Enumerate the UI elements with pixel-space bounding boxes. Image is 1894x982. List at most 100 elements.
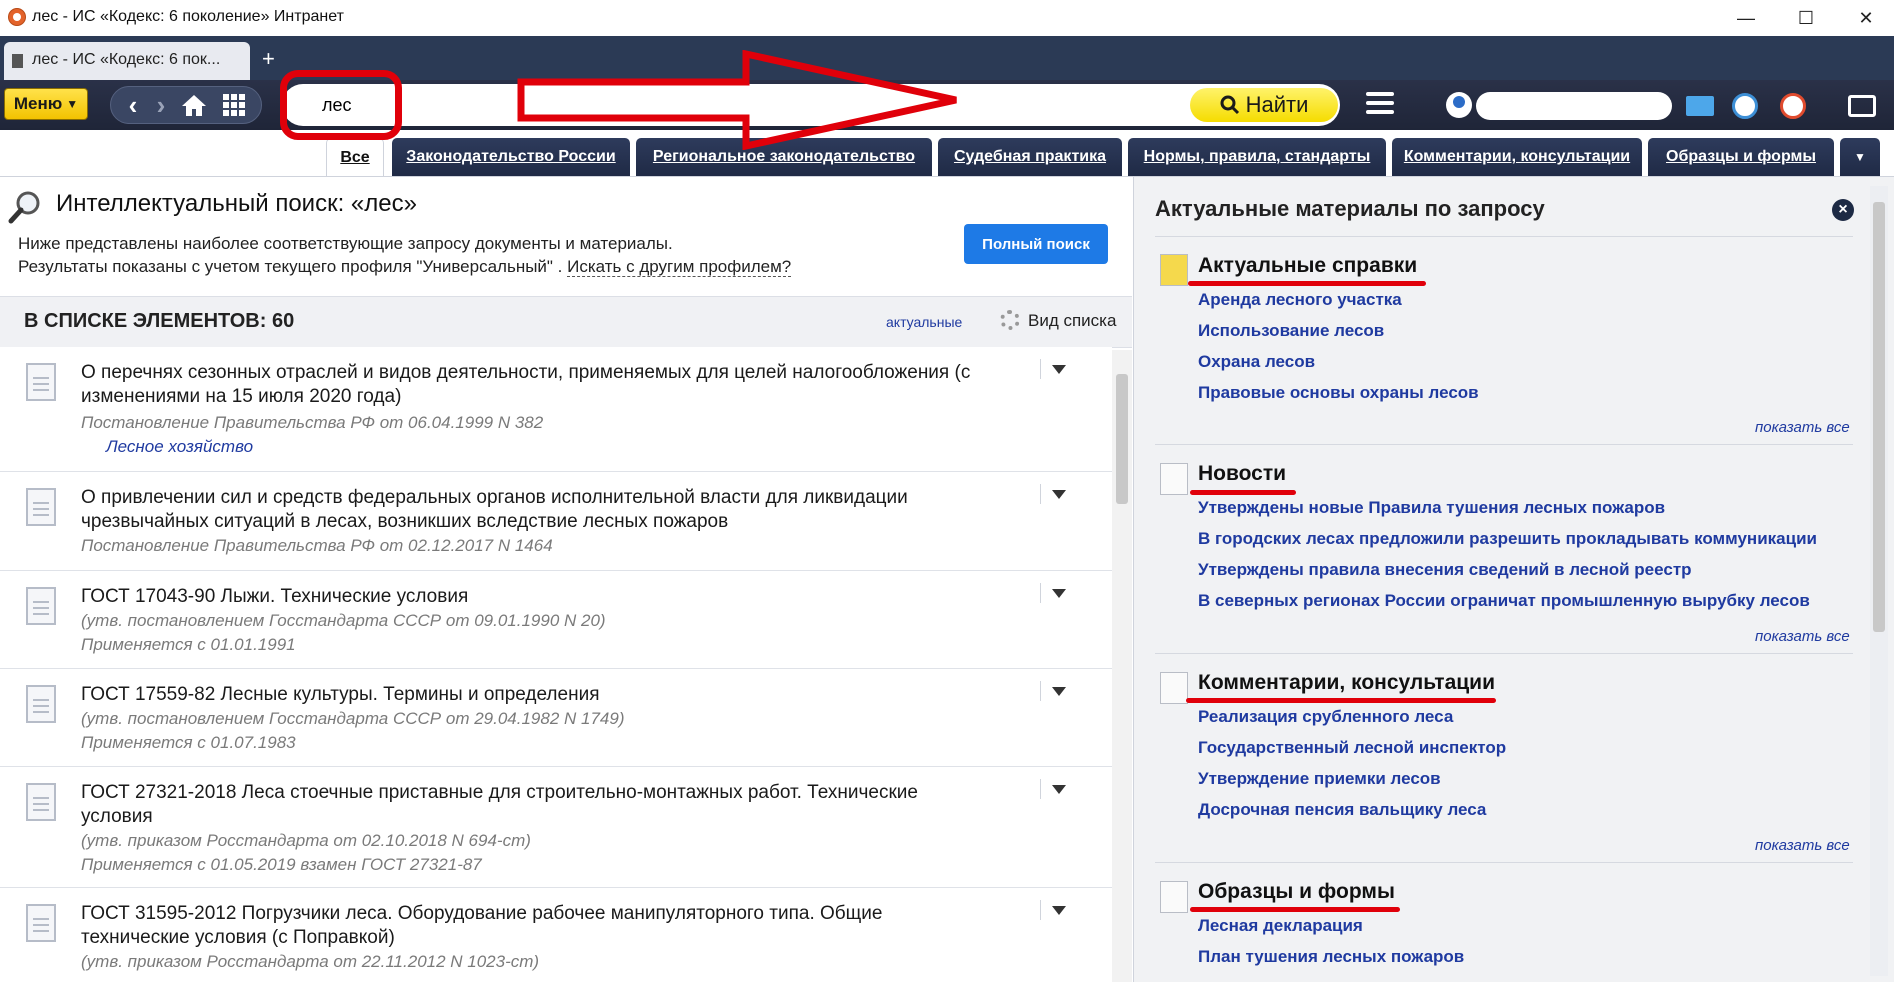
divider bbox=[1155, 236, 1853, 237]
document-effective-date: Применяется с 01.01.1991 bbox=[81, 635, 296, 654]
window-titlebar: лес - ИС «Кодекс: 6 поколение» Интранет … bbox=[0, 0, 1894, 36]
close-icon[interactable]: × bbox=[1832, 199, 1854, 221]
section-link[interactable]: Охрана лесов bbox=[1198, 352, 1315, 372]
annotation-underline bbox=[1186, 698, 1496, 703]
user-icon[interactable] bbox=[1446, 92, 1472, 118]
list-item[interactable]: ГОСТ 17043-90 Лыжи. Технические условия … bbox=[0, 571, 1112, 669]
full-search-button[interactable]: Полный поиск bbox=[964, 224, 1108, 264]
profile-text: Результаты показаны с учетом текущего пр… bbox=[18, 257, 568, 276]
form-icon bbox=[1160, 881, 1188, 913]
annotation-underline bbox=[1188, 281, 1426, 286]
annotation-arrow bbox=[517, 50, 957, 150]
clock-icon[interactable] bbox=[1732, 93, 1758, 119]
chevron-down-icon[interactable] bbox=[1052, 906, 1066, 915]
document-tag-link[interactable]: Лесное хозяйство bbox=[106, 437, 253, 457]
section-link[interactable]: Лесная декларация bbox=[1198, 916, 1363, 936]
divider bbox=[1155, 653, 1853, 654]
actual-filter-link[interactable]: актуальные bbox=[886, 314, 962, 330]
section-link[interactable]: В северных регионах России ограничат про… bbox=[1198, 591, 1810, 611]
maximize-button[interactable]: ☐ bbox=[1780, 0, 1832, 36]
chevron-down-icon[interactable] bbox=[1052, 785, 1066, 794]
back-arrow-icon[interactable]: ‹ bbox=[121, 87, 145, 123]
gear-icon[interactable] bbox=[1000, 310, 1020, 330]
section-link[interactable]: В городских лесах предложили разрешить п… bbox=[1198, 529, 1817, 549]
close-window-button[interactable]: ✕ bbox=[1840, 0, 1892, 36]
annotation-underline bbox=[1190, 490, 1296, 495]
section-title: Актуальные справки bbox=[1198, 254, 1418, 277]
chevron-down-icon[interactable] bbox=[1052, 365, 1066, 374]
document-meta: (утв. приказом Росстандарта от 02.10.201… bbox=[81, 831, 531, 850]
document-icon bbox=[26, 363, 56, 401]
list-item[interactable]: О привлечении сил и средств федеральных … bbox=[0, 472, 1112, 571]
find-button[interactable]: Найти bbox=[1190, 88, 1338, 122]
show-all-link[interactable]: показать все bbox=[1755, 837, 1850, 854]
section-link[interactable]: Использование лесов bbox=[1198, 321, 1384, 341]
document-title[interactable]: ГОСТ 17559-82 Лесные культуры. Термины и… bbox=[81, 683, 981, 707]
chevron-down-icon: ▼ bbox=[66, 97, 79, 111]
stopwatch-icon[interactable] bbox=[1780, 93, 1806, 119]
tab-norms-standards[interactable]: Нормы, правила, стандарты bbox=[1128, 138, 1386, 176]
section-link[interactable]: Аренда лесного участка bbox=[1198, 290, 1402, 310]
search-icon bbox=[1220, 95, 1239, 115]
view-list-button[interactable]: Вид списка bbox=[1028, 311, 1116, 331]
list-item[interactable]: ГОСТ 31595-2012 Погрузчики леса. Оборудо… bbox=[0, 888, 1112, 982]
document-title[interactable]: О перечнях сезонных отраслей и видов дея… bbox=[81, 361, 981, 409]
browser-tab[interactable]: лес - ИС «Кодекс: 6 пок... bbox=[4, 42, 250, 80]
hamburger-menu-icon[interactable] bbox=[1366, 92, 1396, 116]
window-title: лес - ИС «Кодекс: 6 поколение» Интранет bbox=[32, 8, 344, 25]
divider bbox=[1040, 779, 1041, 799]
tab-all[interactable]: Все bbox=[326, 138, 384, 176]
document-title[interactable]: О привлечении сил и средств федеральных … bbox=[81, 486, 981, 534]
user-name-field[interactable] bbox=[1476, 92, 1672, 120]
results-scrollbar[interactable] bbox=[1112, 350, 1132, 982]
divider bbox=[1155, 444, 1853, 445]
chevron-down-icon[interactable] bbox=[1052, 687, 1066, 696]
folder-icon[interactable] bbox=[1686, 96, 1714, 116]
scrollbar-thumb[interactable] bbox=[1116, 374, 1128, 504]
browser-tab-label: лес - ИС «Кодекс: 6 пок... bbox=[32, 51, 221, 68]
document-meta: (утв. постановлением Госстандарта СССР о… bbox=[81, 709, 625, 728]
document-effective-date: Применяется с 01.05.2019 взамен ГОСТ 273… bbox=[81, 855, 482, 874]
chevron-down-icon[interactable] bbox=[1052, 490, 1066, 499]
document-title[interactable]: ГОСТ 27321-2018 Леса стоечные приставные… bbox=[81, 781, 981, 829]
document-title[interactable]: ГОСТ 31595-2012 Погрузчики леса. Оборудо… bbox=[81, 902, 981, 950]
tab-comments-consultations[interactable]: Комментарии, консультации bbox=[1392, 138, 1642, 176]
show-all-link[interactable]: показать все bbox=[1755, 419, 1850, 436]
document-meta: Постановление Правительства РФ от 02.12.… bbox=[81, 536, 553, 555]
menu-button[interactable]: Меню ▼ bbox=[4, 88, 88, 120]
other-profile-link[interactable]: Искать с другим профилем? bbox=[567, 257, 792, 277]
section-link[interactable]: Правовые основы охраны лесов bbox=[1198, 383, 1479, 403]
scrollbar-thumb[interactable] bbox=[1873, 202, 1885, 632]
divider bbox=[1040, 681, 1041, 701]
new-tab-button[interactable]: + bbox=[262, 46, 275, 72]
more-tabs-chevron-icon[interactable]: ▼ bbox=[1840, 138, 1880, 176]
minimize-button[interactable]: — bbox=[1720, 0, 1772, 36]
show-all-link[interactable]: показать все bbox=[1755, 628, 1850, 645]
section-link[interactable]: Государственный лесной инспектор bbox=[1198, 738, 1506, 758]
section-link[interactable]: Реализация срубленного леса bbox=[1198, 707, 1453, 727]
home-icon[interactable] bbox=[179, 87, 209, 123]
magnifier-icon bbox=[8, 190, 42, 224]
materials-title: Актуальные материалы по запросу bbox=[1155, 196, 1545, 221]
tab-samples-forms[interactable]: Образцы и формы bbox=[1648, 138, 1834, 176]
section-link[interactable]: Утверждение приемки лесов bbox=[1198, 769, 1441, 789]
list-item[interactable]: ГОСТ 27321-2018 Леса стоечные приставные… bbox=[0, 767, 1112, 888]
chevron-down-icon[interactable] bbox=[1052, 589, 1066, 598]
section-title: Комментарии, консультации bbox=[1198, 671, 1496, 694]
divider bbox=[1155, 862, 1853, 863]
divider bbox=[1040, 484, 1041, 504]
materials-scrollbar[interactable] bbox=[1870, 186, 1888, 976]
message-icon[interactable] bbox=[1848, 95, 1876, 117]
list-item[interactable]: О перечнях сезонных отраслей и видов дея… bbox=[0, 347, 1112, 472]
list-item[interactable]: ГОСТ 17559-82 Лесные культуры. Термины и… bbox=[0, 669, 1112, 767]
document-title[interactable]: ГОСТ 17043-90 Лыжи. Технические условия bbox=[81, 585, 981, 609]
section-link[interactable]: План тушения лесных пожаров bbox=[1198, 947, 1464, 967]
document-icon bbox=[26, 685, 56, 723]
grid-icon[interactable] bbox=[219, 87, 249, 123]
section-title: Новости bbox=[1198, 462, 1287, 485]
section-link[interactable]: Досрочная пенсия вальщику леса bbox=[1198, 800, 1486, 820]
section-link[interactable]: Утверждены правила внесения сведений в л… bbox=[1198, 560, 1692, 580]
menu-label: Меню bbox=[13, 94, 63, 113]
forward-arrow-icon[interactable]: › bbox=[149, 87, 173, 123]
section-link[interactable]: Утверждены новые Правила тушения лесных … bbox=[1198, 498, 1665, 518]
